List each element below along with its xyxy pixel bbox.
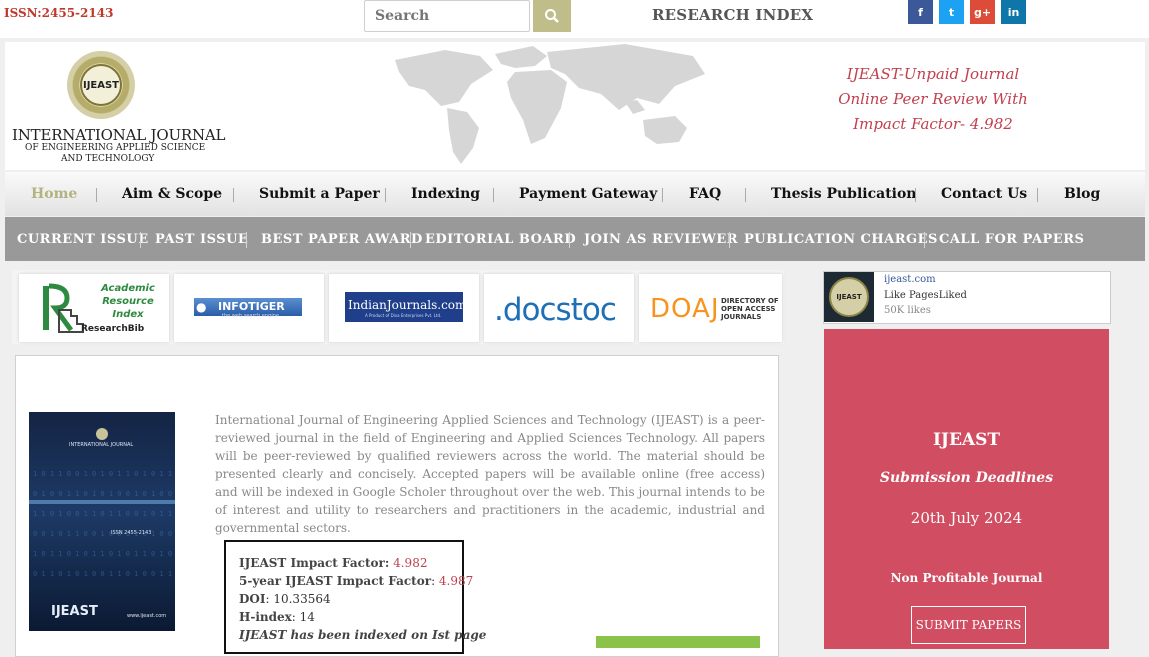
nav-indexing[interactable]: Indexing (411, 186, 480, 202)
subnav-past-issue[interactable]: PAST ISSUE (155, 232, 248, 247)
subnav-call-for-papers[interactable]: CALL FOR PAPERS (939, 232, 1084, 247)
nav-home[interactable]: Home (31, 186, 77, 202)
logo-docstoc[interactable]: .docstoc (484, 274, 634, 342)
nav-contact-us[interactable]: Contact Us (941, 186, 1027, 202)
subnav-editorial-board[interactable]: EDITORIAL BOARD (425, 232, 576, 247)
infotiger-sub: the web search engine (222, 313, 279, 319)
fb-avatar-text: IJEAST (829, 277, 869, 317)
research-index-link[interactable]: RESEARCH INDEX (652, 6, 813, 24)
facebook-page-avatar[interactable]: IJEAST (824, 272, 874, 322)
svg-text:1 0 1 1 0 1 0 1 1 0 1 0 1 1 0: 1 0 1 1 0 1 0 1 1 0 1 0 1 1 0 1 0 1 (33, 550, 175, 558)
nav-aim-scope[interactable]: Aim & Scope (122, 186, 222, 202)
search-icon (545, 9, 559, 23)
nav-blog[interactable]: Blog (1064, 186, 1100, 202)
fb-likes-count: 50K likes (884, 305, 931, 316)
indexed-note: IJEAST has been indexed on Ist page (239, 628, 487, 642)
cover-brand: IJEAST (51, 604, 98, 619)
fb-like-button[interactable]: Like PagesLiked (884, 290, 967, 301)
subnav-divider (924, 232, 925, 248)
world-map-image (395, 44, 705, 164)
subnav-divider (729, 232, 730, 248)
nav-divider (493, 188, 494, 202)
subnav-divider (246, 232, 247, 248)
logo-academic-resource-index[interactable]: Academic Resource Index ResearchBib (19, 274, 169, 342)
cover-url: www.ijeast.com (127, 613, 167, 619)
journal-title-line2: OF ENGINEERING APPLIED SCIENCE (25, 143, 206, 153)
subnav-divider (410, 232, 411, 248)
subnav-current-issue[interactable]: CURRENT ISSUE (17, 232, 149, 247)
google-plus-icon[interactable]: g+ (970, 0, 995, 24)
journal-title-line3: AND TECHNOLOGY (61, 154, 155, 164)
nav-divider (1037, 188, 1038, 202)
issn-label: ISSN:2455-2143 (4, 6, 114, 20)
doaj-sub: JOURNALS (721, 313, 762, 321)
journal-title: INTERNATIONAL JOURNAL (12, 126, 226, 144)
cover-title: INTERNATIONAL JOURNAL (69, 442, 134, 448)
twitter-icon[interactable]: t (939, 0, 964, 24)
subnav-divider (140, 232, 141, 248)
arib-text: Index (112, 309, 144, 320)
nav-payment-gateway[interactable]: Payment Gateway (519, 186, 657, 202)
journal-logo[interactable]: IJEAST (67, 51, 135, 119)
docstoc-text: .docstoc (494, 292, 617, 328)
nav-divider (662, 188, 663, 202)
non-profit-note: Non Profitable Journal (890, 571, 1043, 585)
doaj-text: DOAJ (650, 294, 720, 324)
logo-indianjournals[interactable]: IndianJournals.com A Product of Diva Ent… (329, 274, 479, 342)
deadline-box-subtitle: Submission Deadlines (879, 470, 1054, 486)
nav-thesis-publication[interactable]: Thesis Publication (771, 186, 917, 202)
doaj-sub: OPEN ACCESS (721, 305, 776, 313)
search-button[interactable] (533, 0, 571, 32)
green-action-button[interactable] (596, 636, 760, 648)
tagline-line: Impact Factor- 4.982 (853, 115, 1013, 133)
submission-deadline-box (824, 329, 1109, 649)
infotiger-text: INFOTIGER (218, 300, 285, 313)
arib-text: Resource (102, 296, 154, 307)
search-input[interactable] (364, 0, 530, 32)
tagline-line: Online Peer Review With (838, 90, 1028, 108)
submit-papers-button[interactable]: SUBMIT PAPERS (911, 606, 1026, 644)
nav-divider (96, 188, 97, 202)
tagline-line: IJEAST-Unpaid Journal (846, 65, 1020, 83)
indianjournals-text: IndianJournals.com (348, 298, 467, 312)
svg-text:0 1 1 0 1 0 1 0 0 1 1 0 1 0 0: 0 1 1 0 1 0 1 0 0 1 1 0 1 0 0 1 1 0 (33, 570, 175, 578)
impact-factor-row: IJEAST Impact Factor: 4.982 (239, 556, 428, 570)
logo-text: IJEAST (80, 64, 122, 106)
svg-text:0 1 0 0 1 1 0 1 0 1 0 0 1 0 1: 0 1 0 0 1 1 0 1 0 1 0 0 1 0 1 0 0 1 (33, 490, 175, 498)
journal-tagline: IJEAST-Unpaid Journal Online Peer Review… (818, 62, 1048, 137)
nav-divider (385, 188, 386, 202)
indianjournals-sub: A Product of Diva Enterprises Pvt. Ltd. (365, 313, 442, 318)
svg-text:1 0 1 1 0 0 1 0 1 0 1 1 0 1 0: 1 0 1 1 0 0 1 0 1 0 1 1 0 1 0 1 1 0 (33, 470, 175, 478)
svg-text:0 0 1 0 1 1 0 0 1 0 0 1 1 0 1: 0 0 1 0 1 1 0 0 1 0 0 1 1 0 1 0 0 1 (33, 530, 175, 538)
nav-submit-paper[interactable]: Submit a Paper (259, 186, 380, 202)
subnav-divider (569, 232, 570, 248)
nav-divider (745, 188, 746, 202)
cover-issn: ISSN 2455-2143 (111, 530, 152, 536)
doaj-sub: DIRECTORY OF (721, 297, 779, 305)
facebook-icon[interactable]: f (908, 0, 933, 24)
logo-doaj[interactable]: DOAJ DIRECTORY OF OPEN ACCESS JOURNALS (639, 274, 782, 342)
five-year-impact-row: 5-year IJEAST Impact Factor: 4.987 (239, 574, 474, 588)
logo-infotiger[interactable]: ● INFOTIGER the web search engine (174, 274, 324, 342)
nav-divider (915, 188, 916, 202)
researchbib-text: ResearchBib (81, 324, 145, 334)
h-index-row: H-index: 14 (239, 610, 315, 624)
journal-cover-image[interactable]: 1 0 1 1 0 0 1 0 1 0 1 1 0 1 0 1 1 0 0 1 … (29, 412, 181, 631)
nav-divider (233, 188, 234, 202)
svg-text:1 1 0 1 0 0 1 1 0 1 1 0 0 1 0: 1 1 0 1 0 0 1 1 0 1 1 0 0 1 0 1 1 0 (33, 510, 175, 518)
subnav-join-as-reviewer[interactable]: JOIN AS REVIEWER (584, 232, 738, 247)
doi-row: DOI: 10.33564 (239, 592, 331, 606)
deadline-date: 20th July 2024 (910, 509, 1023, 527)
arib-text: Academic (101, 283, 155, 294)
nav-faq[interactable]: FAQ (689, 186, 721, 202)
linkedin-icon[interactable]: in (1001, 0, 1026, 24)
journal-description: International Journal of Engineering App… (215, 413, 765, 535)
fb-site-link[interactable]: ijeast.com (884, 274, 936, 285)
deadline-box-title: IJEAST (932, 430, 1001, 450)
subnav-publication-charges[interactable]: PUBLICATION CHARGES (744, 232, 938, 247)
paw-icon: ● (196, 300, 207, 314)
subnav-best-paper-award[interactable]: BEST PAPER AWARD (261, 232, 423, 247)
